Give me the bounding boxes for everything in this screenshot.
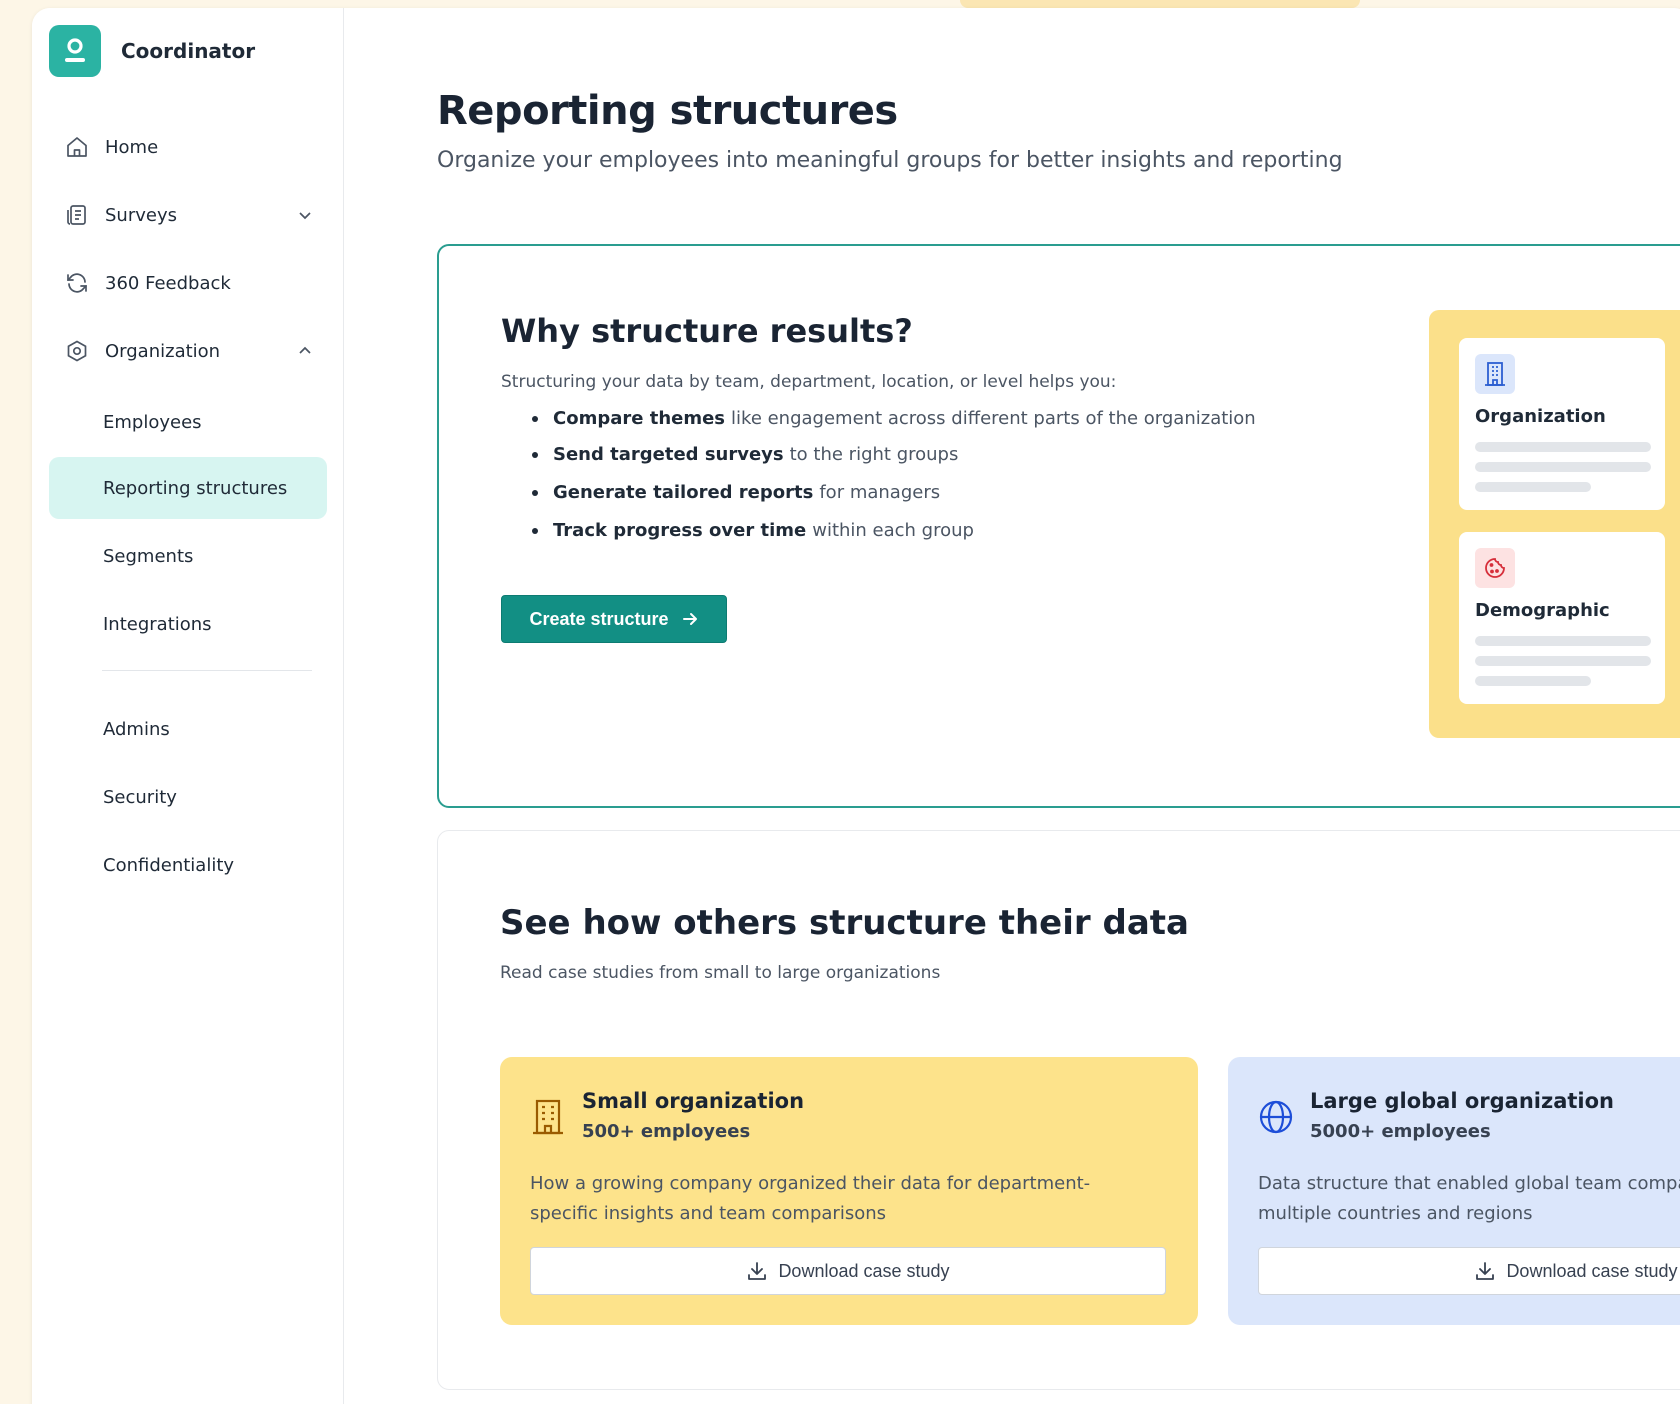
- case-study-title: Small organization: [582, 1089, 805, 1113]
- sidebar-item-label: Home: [105, 136, 159, 158]
- sidebar-item-label: Employees: [103, 411, 202, 433]
- building-icon: [533, 1099, 563, 1135]
- download-button-label: Download case study: [778, 1260, 950, 1281]
- benefit-text: to the right groups: [789, 444, 959, 465]
- page-title: Reporting structures: [437, 88, 898, 134]
- case-study-size: 5000+ employees: [1310, 1121, 1491, 1142]
- sidebar: Coordinator Home Surveys 360 Feedback Or…: [32, 8, 344, 1404]
- case-studies-card: See how others structure their data Read…: [437, 830, 1680, 1390]
- home-icon: [63, 133, 91, 161]
- list-item: Send targeted surveys to the right group…: [501, 444, 958, 465]
- sidebar-item-home[interactable]: Home: [49, 116, 327, 178]
- benefit-strong: Generate tailored reports: [553, 482, 814, 503]
- download-case-study-button[interactable]: Download case study: [1258, 1247, 1680, 1295]
- benefit-text: for managers: [819, 482, 941, 503]
- case-study-size: 500+ employees: [582, 1121, 751, 1142]
- sidebar-item-confidentiality[interactable]: Confidentiality: [49, 834, 327, 896]
- bullet: [532, 451, 538, 458]
- create-structure-button[interactable]: Create structure: [501, 595, 727, 643]
- skeleton-line: [1475, 442, 1651, 452]
- skeleton-line: [1475, 676, 1591, 686]
- building-icon: [1475, 354, 1515, 394]
- sidebar-item-segments[interactable]: Segments: [49, 525, 327, 587]
- sidebar-item-label: Security: [103, 786, 177, 808]
- sidebar-item-label: Confidentiality: [103, 854, 235, 876]
- chevron-up-icon[interactable]: [295, 341, 315, 361]
- brand[interactable]: Coordinator: [49, 25, 255, 77]
- bullet: [532, 415, 538, 422]
- why-intro: Structuring your data by team, departmen…: [501, 372, 1117, 392]
- case-study-large-global-organization: Large global organization 5000+ employee…: [1228, 1057, 1680, 1325]
- sidebar-item-label: Segments: [103, 545, 194, 567]
- org-gear-icon: [63, 337, 91, 365]
- case-studies-subtitle: Read case studies from small to large or…: [500, 963, 941, 983]
- sidebar-item-reporting-structures[interactable]: Reporting structures: [49, 457, 327, 519]
- skeleton-line: [1475, 656, 1651, 666]
- sidebar-item-integrations[interactable]: Integrations: [49, 593, 327, 655]
- case-study-title: Large global organization: [1310, 1089, 1615, 1113]
- chevron-down-icon[interactable]: [295, 205, 315, 225]
- structure-illustration: Organization Demographic: [1429, 310, 1680, 738]
- sidebar-item-employees[interactable]: Employees: [49, 391, 327, 453]
- skeleton-line: [1475, 482, 1591, 492]
- illustration-card-label: Demographic: [1475, 600, 1610, 621]
- download-case-study-button[interactable]: Download case study: [530, 1247, 1166, 1295]
- brand-name: Coordinator: [121, 39, 256, 63]
- app-window: Coordinator Home Surveys 360 Feedback Or…: [32, 8, 1680, 1404]
- why-structure-card: Why structure results? Structuring your …: [437, 244, 1680, 808]
- list-item: Generate tailored reports for managers: [501, 482, 940, 503]
- top-accent-strip: [960, 0, 1360, 8]
- sidebar-item-label: Surveys: [105, 204, 177, 226]
- benefit-text: like engagement across different parts o…: [731, 408, 1256, 429]
- skeleton-line: [1475, 636, 1651, 646]
- create-structure-label: Create structure: [529, 608, 669, 629]
- brand-logo-icon: [49, 25, 101, 77]
- refresh-icon: [63, 269, 91, 297]
- benefit-text: within each group: [812, 520, 974, 541]
- sidebar-item-360-feedback[interactable]: 360 Feedback: [49, 252, 327, 314]
- arrow-right-icon: [682, 613, 697, 625]
- sidebar-item-label: 360 Feedback: [105, 272, 231, 294]
- case-study-small-organization: Small organization 500+ employees How a …: [500, 1057, 1198, 1325]
- sidebar-item-security[interactable]: Security: [49, 766, 327, 828]
- benefit-strong: Track progress over time: [553, 520, 807, 541]
- illustration-card-demographic: Demographic: [1459, 532, 1665, 704]
- bullet: [532, 489, 538, 496]
- bullet: [532, 527, 538, 534]
- download-icon: [748, 1262, 767, 1280]
- survey-icon: [63, 201, 91, 229]
- sidebar-item-surveys[interactable]: Surveys: [49, 184, 327, 246]
- benefit-strong: Compare themes: [553, 408, 726, 429]
- sidebar-item-label: Integrations: [103, 613, 212, 635]
- cookie-icon: [1475, 548, 1515, 588]
- why-title: Why structure results?: [501, 312, 913, 350]
- case-study-description: Data structure that enabled global team …: [1258, 1173, 1680, 1224]
- case-studies-title: See how others structure their data: [500, 903, 1189, 943]
- case-study-description: How a growing company organized their da…: [530, 1173, 1091, 1224]
- download-button-label: Download case study: [1506, 1260, 1678, 1281]
- sidebar-divider: [102, 670, 312, 671]
- skeleton-line: [1475, 462, 1651, 472]
- list-item: Compare themes like engagement across di…: [501, 408, 1256, 429]
- illustration-card-organization: Organization: [1459, 338, 1665, 510]
- download-icon: [1476, 1262, 1495, 1280]
- globe-icon: [1259, 1100, 1293, 1134]
- sidebar-item-organization[interactable]: Organization: [49, 320, 327, 382]
- list-item: Track progress over time within each gro…: [501, 520, 974, 541]
- sidebar-item-label: Admins: [103, 718, 170, 740]
- benefit-strong: Send targeted surveys: [553, 444, 784, 465]
- main-content: Reporting structures Organize your emplo…: [344, 8, 1680, 1404]
- sidebar-item-label: Organization: [105, 340, 221, 362]
- sidebar-item-admins[interactable]: Admins: [49, 698, 327, 760]
- sidebar-item-label: Reporting structures: [103, 477, 288, 499]
- illustration-card-label: Organization: [1475, 406, 1606, 427]
- page-subtitle: Organize your employees into meaningful …: [437, 148, 1343, 173]
